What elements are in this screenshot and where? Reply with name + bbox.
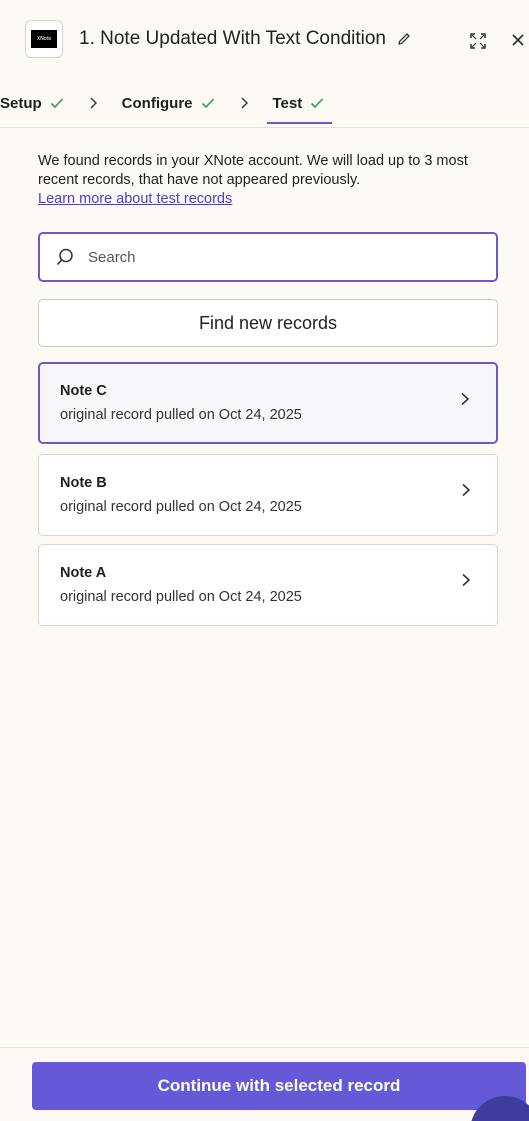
tab-setup-label: Setup xyxy=(0,94,42,112)
chevron-right-icon xyxy=(90,97,97,109)
record-item-note-a[interactable]: Note A original record pulled on Oct 24,… xyxy=(38,544,498,626)
record-item-note-c[interactable]: Note C original record pulled on Oct 24,… xyxy=(38,362,498,444)
record-title: Note C xyxy=(60,383,107,399)
app-logo: XNote xyxy=(25,20,63,58)
chevron-right-icon xyxy=(462,483,471,497)
tab-test[interactable]: Test xyxy=(266,82,332,124)
check-icon xyxy=(201,98,214,109)
panel-header: XNote 1. Note Updated With Text Conditio… xyxy=(0,0,529,78)
search-input[interactable] xyxy=(88,248,468,266)
chevron-right-icon xyxy=(241,97,248,109)
check-icon xyxy=(311,98,324,109)
step-title: 1. Note Updated With Text Condition xyxy=(79,28,386,49)
record-subtitle: original record pulled on Oct 24, 2025 xyxy=(60,499,302,515)
record-title: Note A xyxy=(60,565,107,581)
record-item-note-b[interactable]: Note B original record pulled on Oct 24,… xyxy=(38,454,498,536)
intro-text: We found records in your XNote account. … xyxy=(38,152,508,209)
search-icon xyxy=(56,248,73,266)
learn-more-link[interactable]: Learn more about test records xyxy=(38,190,508,209)
record-subtitle: original record pulled on Oct 24, 2025 xyxy=(60,589,302,605)
step-tabs: Setup Configure Test xyxy=(0,82,529,124)
continue-button[interactable]: Continue with selected record xyxy=(32,1062,526,1110)
intro-description: We found records in your XNote account. … xyxy=(38,153,468,188)
pencil-icon[interactable] xyxy=(396,31,412,47)
record-subtitle: original record pulled on Oct 24, 2025 xyxy=(60,407,302,423)
expand-icon[interactable] xyxy=(469,32,487,50)
tab-test-label: Test xyxy=(272,94,303,112)
check-icon xyxy=(50,98,63,109)
close-icon[interactable] xyxy=(510,32,526,48)
tab-configure[interactable]: Configure xyxy=(122,82,215,124)
app-logo-text: XNote xyxy=(31,30,57,48)
record-title: Note B xyxy=(60,475,107,491)
chevron-right-icon xyxy=(461,392,470,406)
find-new-records-button[interactable]: Find new records xyxy=(38,299,498,347)
test-records-panel: XNote 1. Note Updated With Text Conditio… xyxy=(0,0,529,1121)
chevron-right-icon xyxy=(462,573,471,587)
search-box[interactable] xyxy=(38,232,498,282)
tab-configure-label: Configure xyxy=(121,94,193,112)
tabs-divider xyxy=(0,127,529,128)
tab-setup[interactable]: Setup xyxy=(0,82,64,124)
footer-divider xyxy=(0,1047,529,1048)
